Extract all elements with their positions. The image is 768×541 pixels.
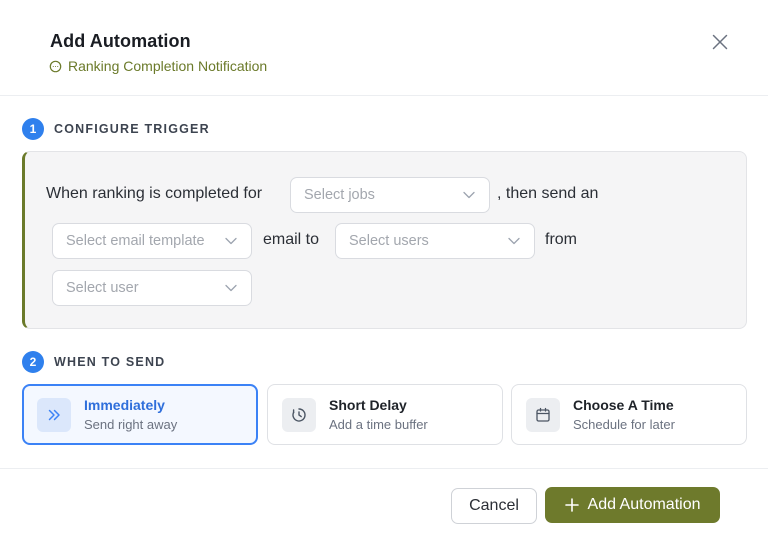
add-automation-modal: Add Automation Ranking Completion Notifi… [0, 0, 768, 541]
chat-bubble-icon [49, 60, 62, 72]
trigger-text-then: , then send an [497, 185, 599, 202]
cancel-button[interactable]: Cancel [451, 488, 537, 524]
section-title-trigger: CONFIGURE TRIGGER [54, 122, 210, 136]
modal-subtitle: Ranking Completion Notification [49, 58, 267, 74]
plus-icon [564, 498, 579, 512]
select-email-template-dropdown[interactable]: Select email template [52, 223, 252, 259]
step-badge-2: 2 [22, 351, 44, 373]
trigger-text-when: When ranking is completed for [46, 185, 263, 202]
chevron-down-icon [225, 237, 237, 245]
trigger-text-email-to: email to [263, 231, 320, 248]
add-automation-button[interactable]: Add Automation [545, 487, 720, 523]
select-user-placeholder: Select user [66, 280, 139, 296]
chevron-down-icon [225, 284, 237, 292]
option-short-delay[interactable]: Short Delay Add a time buffer [267, 384, 503, 445]
section-title-when: WHEN TO SEND [54, 355, 166, 369]
configure-trigger-heading: 1 CONFIGURE TRIGGER [22, 118, 210, 140]
modal-title: Add Automation [50, 31, 191, 51]
chevron-down-icon [508, 237, 520, 245]
select-jobs-dropdown[interactable]: Select jobs [290, 177, 490, 213]
modal-header: Add Automation Ranking Completion Notifi… [0, 0, 768, 96]
option-desc: Schedule for later [573, 417, 675, 432]
calendar-icon [536, 407, 550, 422]
select-email-template-placeholder: Select email template [66, 233, 205, 249]
select-users-placeholder: Select users [349, 233, 429, 249]
option-desc: Send right away [84, 417, 178, 432]
option-immediately[interactable]: Immediately Send right away [22, 384, 258, 445]
option-title: Short Delay [329, 397, 407, 413]
subtitle-text: Ranking Completion Notification [68, 58, 268, 74]
select-sender-user-dropdown[interactable]: Select user [52, 270, 252, 306]
option-choose-a-time[interactable]: Choose A Time Schedule for later [511, 384, 747, 445]
option-title: Immediately [84, 397, 165, 413]
close-icon [712, 34, 728, 50]
trigger-config-box: When ranking is completed for Select job… [22, 151, 747, 329]
clock-icon [292, 407, 306, 422]
option-title: Choose A Time [573, 397, 674, 413]
add-automation-label: Add Automation [587, 496, 701, 513]
trigger-text-from: from [545, 231, 577, 248]
chevron-down-icon [463, 191, 475, 199]
select-users-dropdown[interactable]: Select users [335, 223, 535, 259]
close-button[interactable] [706, 28, 734, 56]
step-badge-1: 1 [22, 118, 44, 140]
option-desc: Add a time buffer [329, 417, 428, 432]
when-to-send-heading: 2 WHEN TO SEND [22, 351, 165, 373]
double-chevron-right-icon [48, 409, 60, 420]
select-jobs-placeholder: Select jobs [304, 187, 375, 203]
